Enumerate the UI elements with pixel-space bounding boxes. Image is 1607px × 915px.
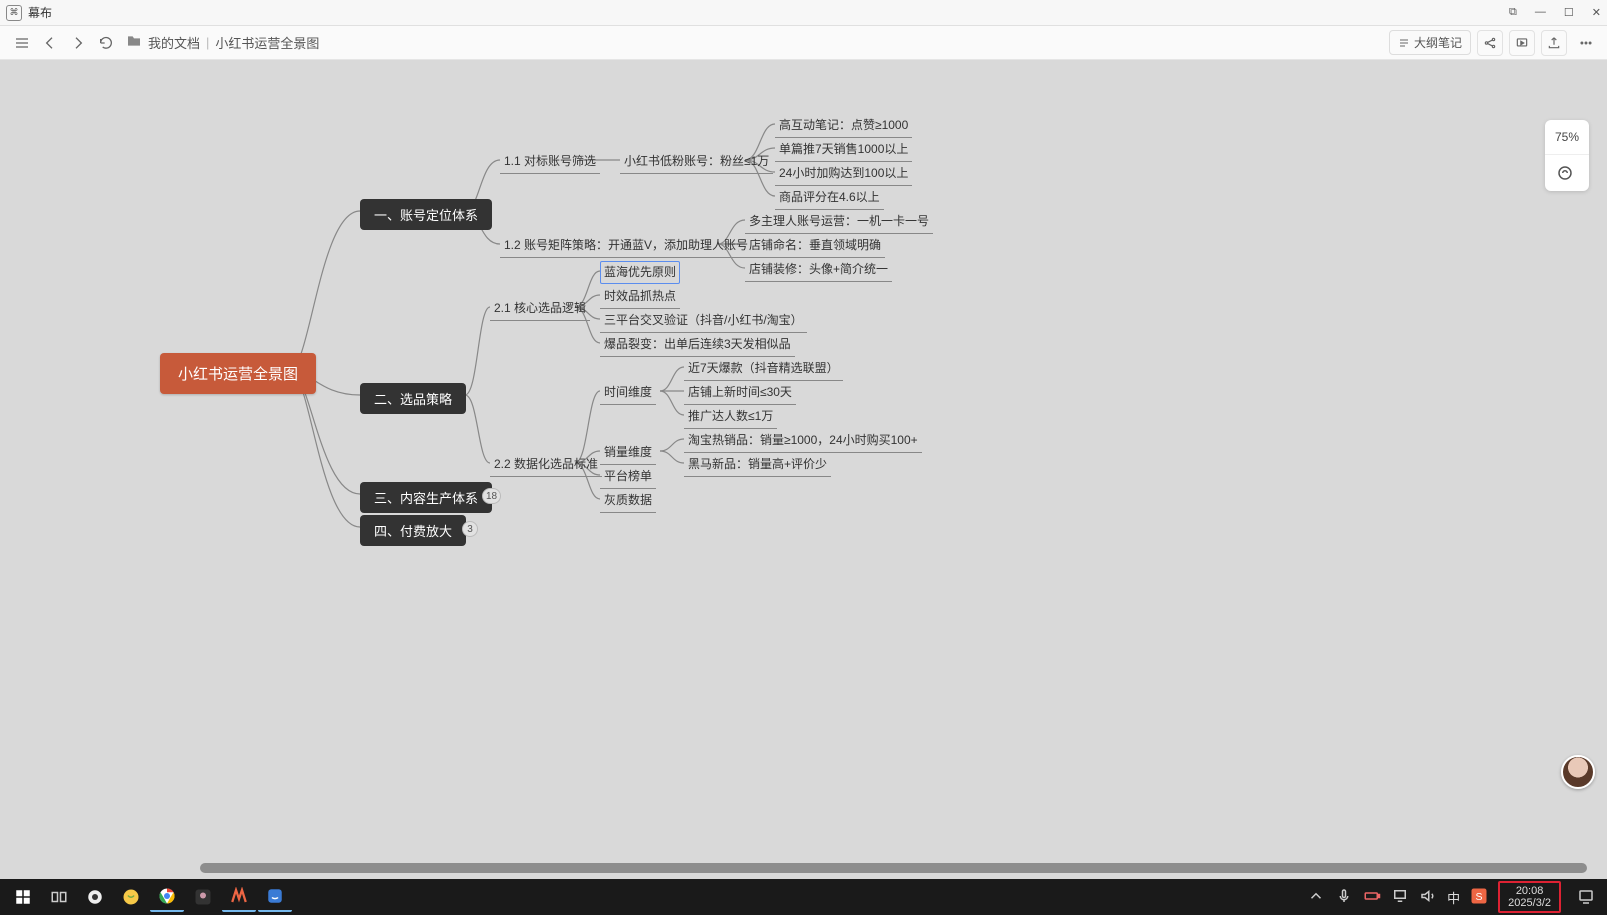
svg-text:S: S: [1476, 890, 1483, 902]
node-1-2-0[interactable]: 多主理人账号运营：一机一卡一号: [745, 210, 933, 234]
node-2-1-3[interactable]: 爆品裂变：出单后连续3天发相似品: [600, 333, 795, 357]
node-1-1a-3[interactable]: 商品评分在4.6以上: [775, 186, 884, 210]
menu-button[interactable]: [8, 29, 36, 57]
taskbar-wps[interactable]: [222, 882, 256, 912]
node-2-2-time-0[interactable]: 近7天爆款（抖音精选联盟）: [684, 357, 843, 381]
node-1-2[interactable]: 1.2 账号矩阵策略：开通蓝V，添加助理人账号: [500, 234, 752, 258]
outline-mode-button[interactable]: 大纲笔记: [1389, 30, 1471, 55]
node-2-1-0-selected[interactable]: 蓝海优先原则: [600, 261, 680, 284]
taskbar-app-2[interactable]: [114, 882, 148, 912]
app-logo: ⌘: [6, 5, 22, 21]
notification-center-icon[interactable]: [1571, 882, 1601, 912]
tray-mic-icon[interactable]: [1335, 887, 1353, 908]
breadcrumb-separator: |: [206, 35, 209, 50]
node-b3-label: 三、内容生产体系: [374, 491, 478, 506]
node-2-2-dim0[interactable]: 时间维度: [600, 381, 656, 405]
export-button[interactable]: [1541, 30, 1567, 56]
horizontal-scrollbar[interactable]: [200, 863, 1587, 873]
node-b3-badge[interactable]: 18: [482, 488, 501, 504]
node-b4-label: 四、付费放大: [374, 524, 452, 539]
tray-network-icon[interactable]: [1391, 887, 1409, 908]
start-button[interactable]: [6, 882, 40, 912]
node-2-2-dim1[interactable]: 销量维度: [600, 441, 656, 465]
tray-sogou-icon[interactable]: S: [1470, 887, 1488, 908]
window-minimize-icon[interactable]: —: [1535, 6, 1546, 19]
back-button[interactable]: [36, 29, 64, 57]
node-b4[interactable]: 四、付费放大: [360, 515, 466, 546]
node-2-1[interactable]: 2.1 核心选品逻辑: [490, 297, 590, 321]
tray-ime-indicator[interactable]: 中: [1447, 888, 1460, 907]
node-2-2[interactable]: 2.2 数据化选品标准: [490, 453, 602, 477]
forward-button[interactable]: [64, 29, 92, 57]
node-1-2-2[interactable]: 店铺装修：头像+简介统一: [745, 258, 892, 282]
window-titlebar: ⌘ 幕布 ⧉ — ☐ ✕: [0, 0, 1607, 26]
taskbar-clock[interactable]: 20:08 2025/3/2: [1498, 881, 1561, 913]
canvas-float-tools: 75%: [1545, 120, 1589, 191]
taskbar-app-1[interactable]: [78, 882, 112, 912]
user-avatar[interactable]: [1561, 755, 1595, 789]
mindmap-root[interactable]: 小红书运营全景图: [160, 353, 316, 394]
breadcrumb-doc[interactable]: 小红书运营全景图: [215, 33, 319, 52]
node-b4-badge[interactable]: 3: [462, 521, 478, 537]
node-1-2-1[interactable]: 店铺命名：垂直领域明确: [745, 234, 885, 258]
node-1-1[interactable]: 1.1 对标账号筛选: [500, 150, 600, 174]
node-b3[interactable]: 三、内容生产体系: [360, 482, 492, 513]
present-button[interactable]: [1509, 30, 1535, 56]
node-1-1a-1[interactable]: 单篇推7天销售1000以上: [775, 138, 912, 162]
share-button[interactable]: [1477, 30, 1503, 56]
node-1-1a-0[interactable]: 高互动笔记：点赞≥1000: [775, 114, 912, 138]
breadcrumb: 我的文档 | 小红书运营全景图: [126, 33, 319, 52]
style-tool-button[interactable]: [1545, 155, 1585, 191]
node-2-2-time-1[interactable]: 店铺上新时间≤30天: [684, 381, 796, 405]
node-b1[interactable]: 一、账号定位体系: [360, 199, 492, 230]
taskbar-chrome[interactable]: [150, 882, 184, 912]
tray-battery-icon[interactable]: [1363, 887, 1381, 908]
window-close-icon[interactable]: ✕: [1592, 6, 1601, 19]
window-maximize-icon[interactable]: ☐: [1564, 6, 1574, 19]
node-b2[interactable]: 二、选品策略: [360, 383, 466, 414]
breadcrumb-folder[interactable]: 我的文档: [148, 33, 200, 52]
node-2-2-dim3[interactable]: 灰质数据: [600, 489, 656, 513]
node-2-1-2[interactable]: 三平台交叉验证（抖音/小红书/淘宝）: [600, 309, 807, 333]
node-1-1a[interactable]: 小红书低粉账号：粉丝≤1万: [620, 150, 773, 174]
node-2-2-sales-0[interactable]: 淘宝热销品：销量≥1000，24小时购买100+: [684, 429, 922, 453]
more-button[interactable]: [1573, 30, 1599, 56]
zoom-level[interactable]: 75%: [1545, 120, 1589, 155]
app-toolbar: 我的文档 | 小红书运营全景图 大纲笔记: [0, 26, 1607, 60]
node-2-1-1[interactable]: 时效品抓热点: [600, 285, 680, 309]
node-1-1a-2[interactable]: 24小时加购达到100以上: [775, 162, 912, 186]
outline-mode-label: 大纲笔记: [1414, 34, 1462, 51]
task-view-button[interactable]: [42, 882, 76, 912]
folder-icon: [126, 33, 142, 52]
clock-date: 2025/3/2: [1508, 897, 1551, 909]
taskbar-app-3[interactable]: [186, 882, 220, 912]
windows-taskbar: 中 S 20:08 2025/3/2: [0, 879, 1607, 915]
window-restore-down-icon[interactable]: ⧉: [1509, 6, 1517, 19]
taskbar-app-4[interactable]: [258, 882, 292, 912]
node-2-2-dim2[interactable]: 平台榜单: [600, 465, 656, 489]
system-tray: 中 S 20:08 2025/3/2: [1307, 881, 1601, 913]
refresh-button[interactable]: [92, 29, 120, 57]
app-title: 幕布: [28, 4, 52, 21]
node-2-2-sales-1[interactable]: 黑马新品：销量高+评价少: [684, 453, 831, 477]
tray-chevron-up-icon[interactable]: [1307, 887, 1325, 908]
tray-volume-icon[interactable]: [1419, 887, 1437, 908]
node-2-2-time-2[interactable]: 推广达人数≤1万: [684, 405, 777, 429]
clock-time: 20:08: [1508, 885, 1551, 897]
mindmap-canvas[interactable]: 小红书运营全景图 一、账号定位体系 1.1 对标账号筛选 小红书低粉账号：粉丝≤…: [0, 60, 1607, 879]
